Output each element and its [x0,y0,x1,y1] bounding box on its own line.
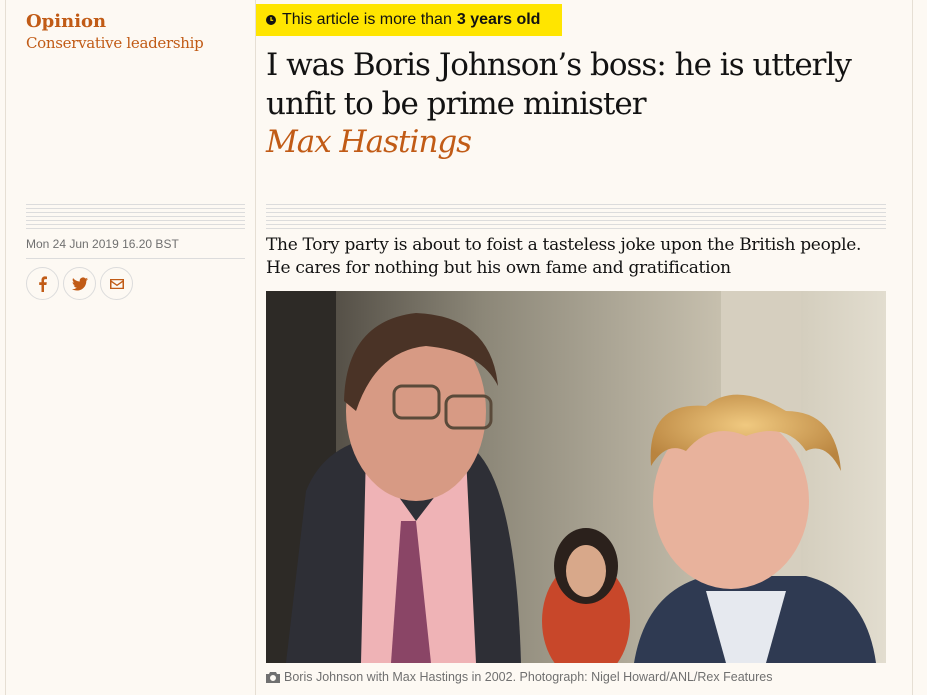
age-warning-prefix: This article is more than [282,11,452,28]
image-caption-text: Boris Johnson with Max Hastings in 2002.… [284,670,773,684]
article-main-image [266,291,886,663]
share-twitter-button[interactable] [63,267,96,300]
share-email-button[interactable] [100,267,133,300]
section-link[interactable]: Opinion [26,11,106,32]
image-caption: Boris Johnson with Max Hastings in 2002.… [266,670,772,684]
article-age-warning: This article is more than 3 years old [256,4,562,36]
clock-icon [266,15,276,25]
age-warning-age: 3 years old [456,11,541,28]
decorative-rules [266,204,886,230]
main-column-divider [255,0,256,695]
series-link[interactable]: Conservative leadership [26,34,204,52]
share-facebook-button[interactable] [26,267,59,300]
twitter-icon [71,276,88,290]
divider [26,258,245,259]
byline-author-link[interactable]: Max Hastings [266,124,472,160]
right-column-divider [912,0,913,695]
standfirst: The Tory party is about to foist a taste… [266,235,862,278]
email-icon [109,278,124,289]
publish-date: Mon 24 Jun 2019 16.20 BST [26,237,179,251]
headline: I was Boris Johnson’s boss: he is utterl… [266,47,852,122]
share-buttons [26,267,133,300]
facebook-icon [38,275,47,292]
decorative-rules [26,204,245,230]
photo-illustration [266,291,886,663]
left-column-divider [5,0,6,695]
camera-icon [266,672,280,683]
